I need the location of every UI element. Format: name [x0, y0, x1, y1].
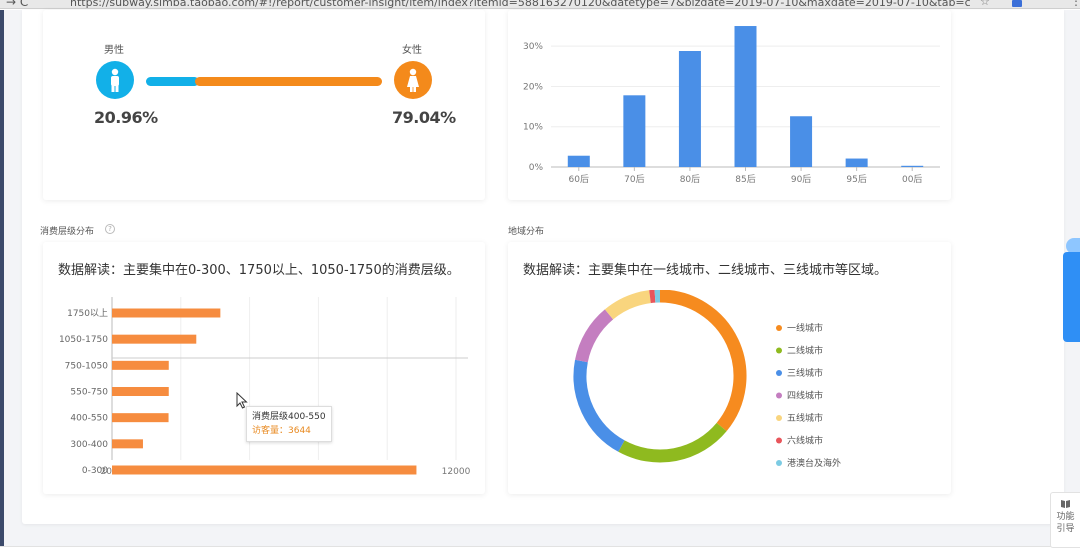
mouse-cursor-icon — [236, 392, 248, 409]
tooltip-value: 访客量：3644 — [252, 426, 311, 436]
legend-marker — [776, 415, 782, 421]
guide-label-line1: 功能 — [1056, 512, 1075, 522]
y-tick-label: 20% — [523, 82, 543, 92]
legend-marker — [776, 325, 782, 331]
bar — [112, 334, 197, 344]
consumption-interpretation: 数据解读：主要集中在0-300、1750以上、1050-1750的消费层级。 — [58, 263, 460, 278]
bottom-strip — [0, 546, 1080, 558]
x-tick-label: 90后 — [791, 174, 811, 185]
bar — [901, 165, 924, 167]
region-section-title: 地域分布 — [508, 227, 545, 237]
gender-card: 男性 女性 20.96% 79.04% — [43, 10, 485, 200]
y-tick-label: 0% — [529, 163, 544, 173]
female-icon — [394, 61, 432, 99]
x-tick-label: 80后 — [680, 174, 700, 185]
legend-label: 港澳台及海外 — [787, 457, 841, 469]
bar — [112, 439, 143, 449]
legend-marker — [776, 347, 782, 354]
consumption-bar-chart: 200040006000800010000120001750以上1050-175… — [59, 297, 471, 477]
y-tick-label: 400-550 — [70, 414, 108, 424]
region-interpretation: 数据解读：主要集中在一线城市、二线城市、三线城市等区域。 — [523, 263, 888, 278]
donut-slice — [659, 290, 747, 432]
help-icon[interactable]: ? — [105, 224, 115, 234]
age-distribution-card: 0% 10% 20% 30% 60后 70后 80后 85后 90后 95后 00后 — [508, 10, 951, 200]
browser-toolbar: → C https://subway.simba.taobao.com/#!/r… — [0, 0, 1080, 9]
bar — [112, 465, 417, 475]
y-tick-label: 300-400 — [70, 440, 108, 450]
bar — [845, 158, 868, 167]
legend-label: 五线城市 — [787, 412, 823, 424]
legend-marker — [776, 370, 782, 376]
legend-label: 六线城市 — [787, 435, 823, 447]
guide-label-line2: 引导 — [1056, 524, 1075, 534]
donut-slice — [618, 422, 727, 463]
x-tick-label: 00后 — [902, 174, 922, 185]
consumption-card: 数据解读：主要集中在0-300、1750以上、1050-1750的消费层级。 2… — [43, 242, 485, 494]
bar — [112, 413, 169, 423]
x-tick-label: 60后 — [569, 174, 589, 185]
left-nav-edge — [0, 10, 4, 558]
age-bar-chart: 0% 10% 20% 30% 60后 70后 80后 85后 90后 95后 00后 — [523, 26, 940, 185]
y-tick-label: 750-1050 — [65, 361, 109, 371]
legend-marker — [776, 437, 782, 444]
browser-nav-icons[interactable]: → C — [6, 0, 28, 8]
y-tick-label: 550-750 — [70, 388, 108, 398]
bookmark-star-icon[interactable]: ☆ — [980, 0, 990, 8]
browser-menu-icon[interactable]: ⋮ — [1070, 0, 1080, 8]
y-tick-label: 0-300 — [82, 466, 108, 476]
x-tick-label: 70后 — [624, 174, 644, 185]
extension-icon[interactable] — [1012, 0, 1022, 7]
male-label: 男性 — [104, 45, 124, 56]
x-tick-label: 85后 — [735, 174, 755, 185]
donut-slice — [604, 290, 652, 320]
feature-guide-button[interactable]: 功能 引导 — [1050, 492, 1080, 548]
region-donut-chart: 一线城市二线城市三线城市四线城市五线城市六线城市港澳台及海外 — [573, 290, 841, 469]
legend-label: 四线城市 — [787, 390, 823, 402]
legend-label: 三线城市 — [787, 367, 823, 379]
x-tick-label: 95后 — [846, 174, 866, 185]
female-share-bar — [195, 77, 382, 86]
bar — [678, 51, 701, 167]
x-tick-label: 12000 — [442, 467, 471, 477]
bar — [112, 308, 221, 318]
y-tick-label: 1050-1750 — [59, 335, 108, 345]
region-card: 数据解读：主要集中在一线城市、二线城市、三线城市等区域。 一线城市二线城市三线城… — [508, 242, 951, 494]
bar — [790, 116, 813, 167]
bar — [734, 26, 757, 168]
male-share-bar — [146, 77, 199, 86]
consumption-section-title: 消费层级分布 — [40, 227, 95, 237]
legend-marker — [776, 392, 782, 399]
legend-marker — [776, 460, 782, 466]
address-bar[interactable]: https://subway.simba.taobao.com/#!/repor… — [70, 0, 970, 8]
legend-label: 二线城市 — [787, 345, 823, 357]
male-percentage: 20.96% — [94, 108, 158, 127]
y-tick-label: 10% — [523, 123, 543, 133]
bar — [567, 155, 590, 167]
book-icon — [1061, 500, 1070, 508]
female-percentage: 79.04% — [392, 108, 456, 127]
female-label: 女性 — [402, 45, 422, 56]
donut-slice — [573, 359, 625, 452]
bar — [623, 95, 646, 167]
y-tick-label: 1750以上 — [67, 308, 108, 319]
donut-slice — [575, 309, 614, 363]
chart-tooltip: 消费层级400-550 访客量：3644 — [246, 406, 332, 442]
bar — [112, 360, 169, 370]
male-icon — [96, 61, 134, 99]
bar — [112, 387, 169, 396]
y-tick-label: 30% — [523, 42, 543, 52]
legend-label: 一线城市 — [787, 322, 823, 334]
tooltip-title: 消费层级400-550 — [252, 412, 326, 422]
side-service-tab[interactable] — [1063, 252, 1080, 342]
